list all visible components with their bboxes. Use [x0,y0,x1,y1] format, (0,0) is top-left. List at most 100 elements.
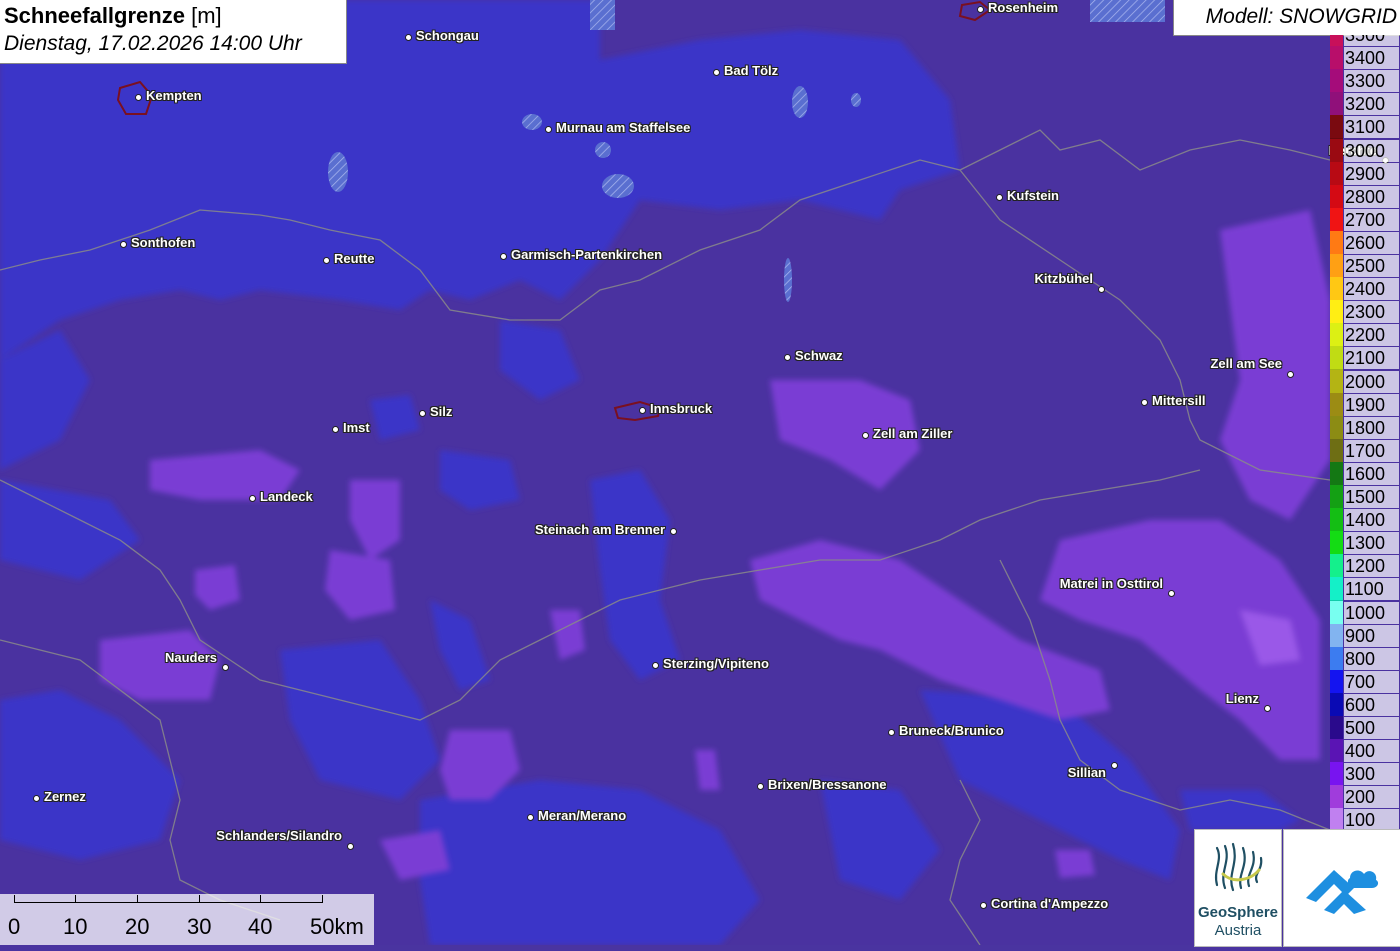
lake-5 [522,114,542,130]
legend-row: 100 [1328,808,1400,830]
lake-6 [792,86,808,118]
city-label: Sterzing/Vipiteno [663,656,769,671]
legend-label: 2100 [1344,347,1399,370]
legend-row: 3400 [1328,46,1400,71]
legend-swatch [1330,92,1343,117]
legend-row: 2900 [1328,161,1400,186]
city-label: Steinach am Brenner [534,522,665,537]
legend-label: 2000 [1344,370,1399,393]
city-dot-icon [783,353,791,361]
city-dot-icon [1110,761,1118,769]
legend-label: 2900 [1344,162,1399,185]
scale-bar: 0 10 20 30 40 50km [0,894,374,945]
city-label: Zell am See [1210,356,1282,371]
city-dot-icon [712,68,720,76]
legend-row: 2100 [1328,346,1400,371]
legend-swatch [1330,485,1343,509]
legend-label: 700 [1344,670,1399,693]
legend-swatch [1330,646,1343,671]
snowline-map[interactable] [0,0,1400,945]
legend-swatch [1330,438,1343,463]
legend-label: 400 [1344,740,1399,763]
legend-swatch [1330,577,1343,602]
color-legend: 3500 3400 3300 3200 3100 3000 2900 2800 2700 2600… [1328,35,1400,830]
legend-swatch [1330,392,1343,417]
legend-swatch [1330,184,1343,209]
title-box: Schneefallgrenze [m] Dienstag, 17.02.202… [0,0,347,64]
city-dot-icon [1140,398,1148,406]
city-label: Sillian [1067,765,1106,780]
legend-label: 300 [1344,763,1399,786]
legend-swatch [1330,669,1343,694]
city-label: Rosenheim [988,0,1059,15]
legend-label: 1000 [1344,601,1399,624]
legend-label: 1400 [1344,509,1399,532]
city-label: Schwaz [795,348,843,363]
scale-label: 40 [248,914,273,939]
legend-label: 3300 [1344,70,1399,93]
city-label: Zernez [44,789,86,804]
city-label: Mittersill [1152,393,1206,408]
geosphere-logo[interactable]: GeoSphere Austria [1194,829,1282,947]
legend-swatch [1330,808,1343,830]
legend-row: 1300 [1328,531,1400,556]
city-label: Garmisch-Partenkirchen [511,247,663,262]
mountain-cloud-icon [1306,870,1379,914]
legend-label: 3400 [1344,47,1399,70]
city-dot-icon [995,193,1003,201]
legend-label: 2200 [1344,324,1399,347]
city-label: Schlanders/Silandro [216,828,342,843]
legend-row: 600 [1328,692,1400,717]
legend-row: 2400 [1328,277,1400,302]
legend-row: 1700 [1328,438,1400,463]
model-label: Modell: SNOWGRID [1205,5,1397,28]
legend-row: 1800 [1328,415,1400,440]
legend-label: 2700 [1344,208,1399,231]
lp-cortina [1055,850,1095,878]
legend-swatch [1330,692,1343,717]
scale-tick [14,895,15,903]
geosphere-name: GeoSphere [1197,904,1279,921]
city-dot-icon [526,813,534,821]
legend-label: 2600 [1344,231,1399,254]
legend-swatch [1330,785,1343,810]
legend-row: 800 [1328,646,1400,671]
city-dot-icon [499,252,507,260]
lake-4 [602,174,634,198]
legend-row: 1500 [1328,485,1400,509]
lake-7 [784,258,792,302]
city-dot-icon [221,663,229,671]
legend-label: 3100 [1344,116,1399,139]
city-dot-icon [638,406,646,414]
legend-label: 1100 [1344,578,1399,601]
city-label: Bad Tölz [724,63,779,78]
city-dot-icon [248,494,256,502]
city-dot-icon [346,842,354,850]
legend-row: 900 [1328,623,1400,648]
title-main-text: Schneefallgrenze [4,3,185,28]
legend-label: 2800 [1344,185,1399,208]
lake-3 [328,152,348,192]
scale-tick [75,895,76,903]
scale-label: 50km [310,914,364,939]
scale-label: 20 [125,914,150,939]
city-label: Kempten [146,88,202,103]
legend-row: 2000 [1328,369,1400,394]
legend-label: 600 [1344,693,1399,716]
legend-row: 1400 [1328,508,1400,533]
legend-label: 1800 [1344,416,1399,439]
city-dot-icon [1286,370,1294,378]
city-dot-icon [418,409,426,417]
legend-row: 3000 [1328,138,1400,163]
legend-swatch [1330,138,1343,163]
legend-swatch [1330,415,1343,440]
warnings-logo[interactable] [1283,829,1400,947]
city-label: Silz [430,404,453,419]
legend-swatch [1330,69,1343,94]
lake-2 [1090,0,1165,22]
legend-row: 2500 [1328,254,1400,278]
legend-swatch [1330,554,1343,579]
city-dot-icon [1167,589,1175,597]
legend-swatch [1330,600,1343,625]
legend-swatch [1330,346,1343,371]
